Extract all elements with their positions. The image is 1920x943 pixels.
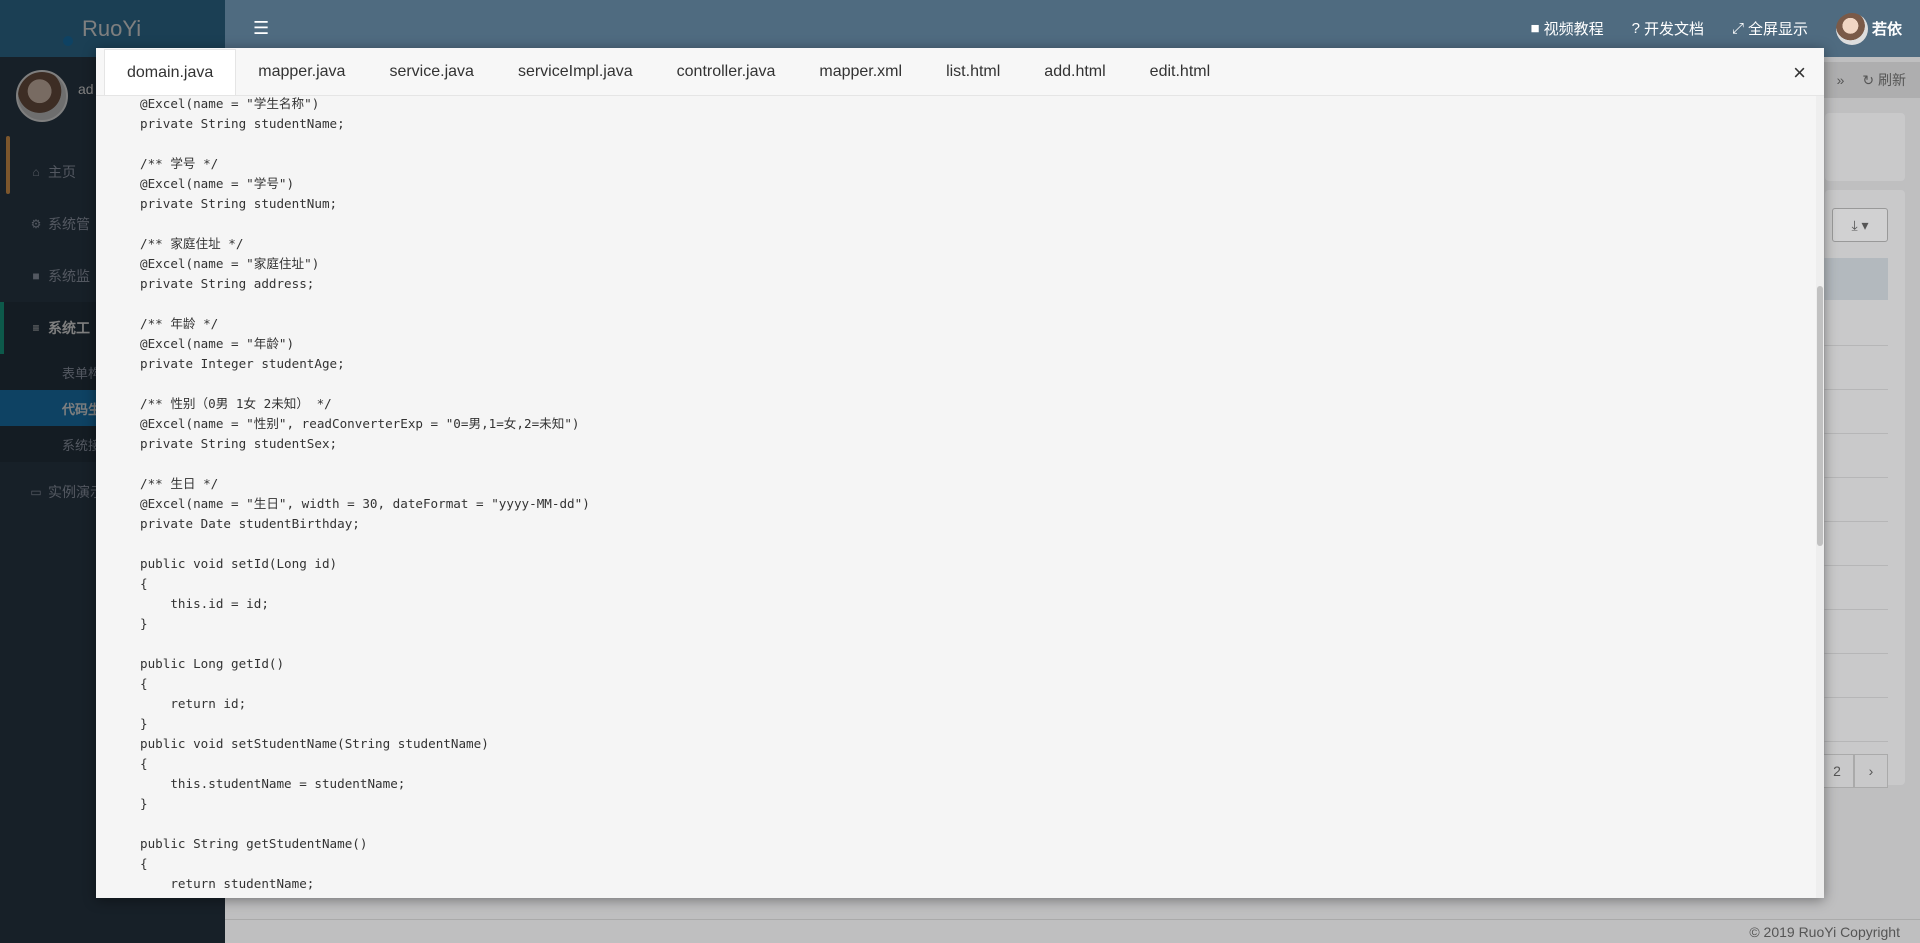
gear-icon: ⚙ <box>30 217 42 231</box>
table-row <box>1818 389 1888 390</box>
sidebar-item-label: 系统监 <box>48 268 90 284</box>
page-2-button[interactable]: 2 <box>1820 754 1854 788</box>
tab-mapper-xml[interactable]: mapper.xml <box>797 49 924 95</box>
link-label: 视频教程 <box>1543 21 1604 38</box>
tab-service-java[interactable]: service.java <box>367 49 495 95</box>
video-tutorial-link[interactable]: ■ 视频教程 <box>1531 18 1604 39</box>
tab-domain-java[interactable]: domain.java <box>104 49 237 95</box>
avatar[interactable] <box>16 70 68 122</box>
refresh-button[interactable]: ↻ 刷新 <box>1862 70 1906 90</box>
tab-forward-icon[interactable]: » <box>1837 72 1845 88</box>
tab-add-html[interactable]: add.html <box>1022 49 1127 95</box>
table-row <box>1818 697 1888 698</box>
next-page-button[interactable]: › <box>1854 754 1888 788</box>
table-row <box>1818 741 1888 742</box>
tab-controls: » ↻ 刷新 <box>1820 62 1920 98</box>
code-content: @Excel(name = "学生名称") private String stu… <box>140 96 590 898</box>
copyright: © 2019 RuoYi Copyright <box>1749 923 1900 940</box>
table-row <box>1818 477 1888 478</box>
table-row <box>1818 521 1888 522</box>
question-icon: ? <box>1631 20 1640 37</box>
table-row <box>1818 345 1888 346</box>
close-icon[interactable]: × <box>1793 60 1806 86</box>
online-status-icon <box>63 36 73 46</box>
tab-serviceimpl-java[interactable]: serviceImpl.java <box>496 49 655 95</box>
code-preview-modal: domain.java mapper.java service.java ser… <box>96 48 1824 898</box>
fullscreen-link[interactable]: ⤢ 全屏显示 <box>1732 18 1808 39</box>
table-row <box>1818 565 1888 566</box>
user-name: 若依 <box>1871 21 1902 38</box>
user-name: ad <box>78 81 94 97</box>
footer: © 2019 RuoYi Copyright <box>225 919 1920 943</box>
code-scrollbar[interactable] <box>1816 96 1824 898</box>
table-row <box>1818 433 1888 434</box>
avatar <box>1835 12 1868 45</box>
download-icon: ⤓ ▾ <box>1851 216 1869 233</box>
home-icon: ⌂ <box>32 165 40 179</box>
video-icon: ■ <box>32 269 40 283</box>
tab-edit-html[interactable]: edit.html <box>1128 49 1232 95</box>
tab-list-html[interactable]: list.html <box>924 49 1022 95</box>
code-tabs: domain.java mapper.java service.java ser… <box>96 48 1824 96</box>
export-dropdown-button[interactable]: ⤓ ▾ <box>1832 208 1888 242</box>
sidebar-item-label: 系统工 <box>48 320 90 336</box>
link-label: 开发文档 <box>1643 21 1704 38</box>
video-icon: ■ <box>1530 20 1540 37</box>
refresh-label: 刷新 <box>1878 72 1906 88</box>
table-header <box>1818 258 1888 300</box>
tab-controller-java[interactable]: controller.java <box>655 49 798 95</box>
sidebar-item-label: 系统管 <box>48 216 90 232</box>
user-panel: ad <box>16 70 94 122</box>
pagination: 2 › <box>1820 754 1888 788</box>
sidebar-item-label: 主页 <box>48 164 76 180</box>
tab-mapper-java[interactable]: mapper.java <box>236 49 367 95</box>
bars-icon: ≡ <box>32 321 40 335</box>
table-row <box>1818 609 1888 610</box>
search-panel <box>1825 113 1905 181</box>
user-menu[interactable]: 若依 <box>1835 12 1902 45</box>
table-row <box>1818 653 1888 654</box>
menu-toggle-icon[interactable]: ☰ <box>253 18 269 39</box>
fullscreen-icon: ⤢ <box>1731 20 1744 37</box>
link-label: 全屏显示 <box>1747 21 1808 38</box>
code-viewer[interactable]: @Excel(name = "学生名称") private String stu… <box>96 96 1824 898</box>
scrollbar-thumb[interactable] <box>1817 286 1823 546</box>
docs-link[interactable]: ? 开发文档 <box>1632 18 1704 39</box>
monitor-icon: ▭ <box>30 485 42 499</box>
